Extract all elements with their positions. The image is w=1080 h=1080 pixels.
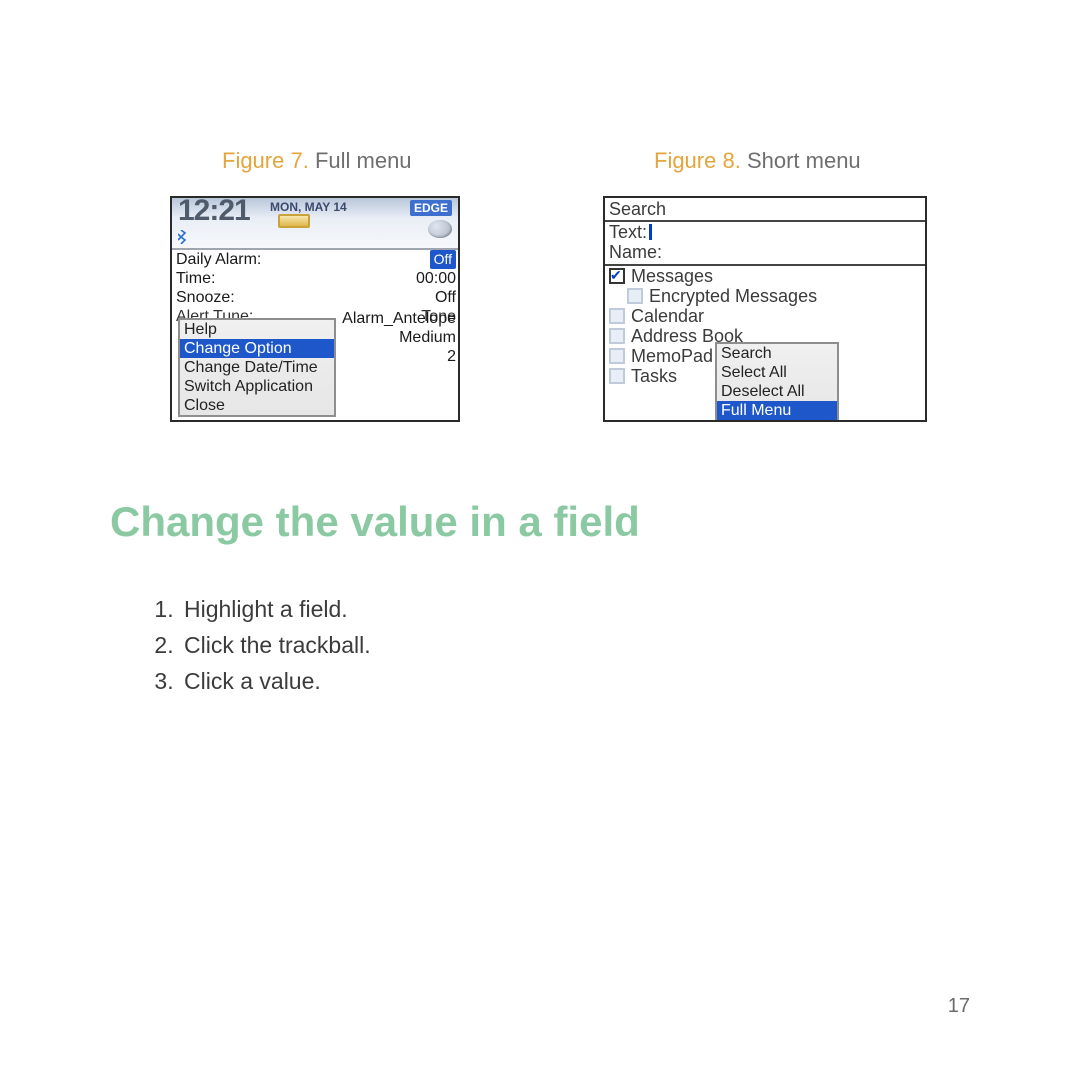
date: MON, MAY 14	[270, 200, 347, 214]
checkbox-icon[interactable]	[609, 348, 625, 364]
row-daily-alarm[interactable]: Daily Alarm: Off	[176, 250, 456, 269]
page-number: 17	[948, 995, 970, 1018]
row-time[interactable]: Time: 00:00	[176, 269, 456, 288]
list-label: Calendar	[631, 306, 704, 326]
figure7-screenshot: 12:21 MON, MAY 14 EDGE Daily Alarm: Off …	[170, 196, 460, 422]
figure8-ref: Figure 8.	[654, 148, 741, 173]
figure7-caption: Figure 7. Full menu	[222, 148, 412, 174]
menu-item-change-option[interactable]: Change Option	[180, 339, 334, 358]
step-3: Click a value.	[180, 663, 371, 699]
search-title: Search	[605, 198, 925, 222]
checkbox-icon[interactable]	[627, 288, 643, 304]
menu-item-change-date-time[interactable]: Change Date/Time	[180, 358, 334, 377]
network-badge: EDGE	[410, 200, 452, 216]
steps-list: Highlight a field. Click the trackball. …	[150, 591, 371, 699]
label-name: Name:	[609, 242, 662, 262]
value-volume[interactable]: Medium	[342, 328, 456, 347]
name-field-row[interactable]: Name:	[609, 242, 921, 262]
bluetooth-icon	[178, 230, 188, 244]
value-tune-name[interactable]: Alarm_Antelope	[342, 309, 456, 328]
menu-item-search[interactable]: Search	[717, 344, 837, 363]
list-item-encrypted-messages[interactable]: Encrypted Messages	[609, 286, 921, 306]
value-daily-alarm[interactable]: Off	[430, 250, 456, 269]
menu-item-help[interactable]: Help	[180, 320, 334, 339]
label-text: Text:	[609, 222, 647, 242]
figure8-text: Short menu	[741, 148, 861, 173]
text-cursor	[649, 224, 652, 240]
figure8-caption: Figure 8. Short menu	[654, 148, 861, 174]
checkbox-icon[interactable]	[609, 308, 625, 324]
value-snooze[interactable]: Off	[435, 288, 456, 307]
menu-item-switch-application[interactable]: Switch Application	[180, 377, 334, 396]
step-2: Click the trackball.	[180, 627, 371, 663]
checkbox-icon[interactable]	[609, 328, 625, 344]
list-label: MemoPad	[631, 346, 713, 366]
text-field-row[interactable]: Text:	[609, 222, 921, 242]
clock: 12:21	[178, 196, 250, 228]
full-menu-popup: Help Change Option Change Date/Time Swit…	[178, 318, 336, 417]
label-daily-alarm: Daily Alarm:	[176, 250, 261, 269]
value-time[interactable]: 00:00	[416, 269, 456, 288]
section-heading: Change the value in a field	[110, 498, 640, 546]
row-snooze[interactable]: Snooze: Off	[176, 288, 456, 307]
search-fields: Text: Name:	[605, 222, 925, 262]
figure8-screenshot: Search Text: Name: Messages Encrypted Me…	[603, 196, 927, 422]
menu-item-close[interactable]: Close	[180, 396, 334, 415]
speaker-icon	[428, 220, 452, 238]
list-label: Encrypted Messages	[649, 286, 817, 306]
menu-item-full-menu[interactable]: Full Menu	[717, 401, 837, 420]
checkbox-icon[interactable]	[609, 368, 625, 384]
label-snooze: Snooze:	[176, 288, 235, 307]
list-label: Tasks	[631, 366, 677, 386]
short-menu-popup: Search Select All Deselect All Full Menu	[715, 342, 839, 422]
battery-icon	[278, 214, 310, 228]
right-value-column: Alarm_Antelope Medium 2	[342, 309, 456, 366]
status-bar: 12:21 MON, MAY 14 EDGE	[172, 198, 458, 250]
list-item-calendar[interactable]: Calendar	[609, 306, 921, 326]
figure7-ref: Figure 7.	[222, 148, 309, 173]
value-count[interactable]: 2	[342, 347, 456, 366]
list-item-messages[interactable]: Messages	[609, 266, 921, 286]
label-time: Time:	[176, 269, 215, 288]
menu-item-deselect-all[interactable]: Deselect All	[717, 382, 837, 401]
checkbox-icon[interactable]	[609, 268, 625, 284]
step-1: Highlight a field.	[180, 591, 371, 627]
menu-item-select-all[interactable]: Select All	[717, 363, 837, 382]
list-label: Messages	[631, 266, 713, 286]
figure7-text: Full menu	[309, 148, 412, 173]
